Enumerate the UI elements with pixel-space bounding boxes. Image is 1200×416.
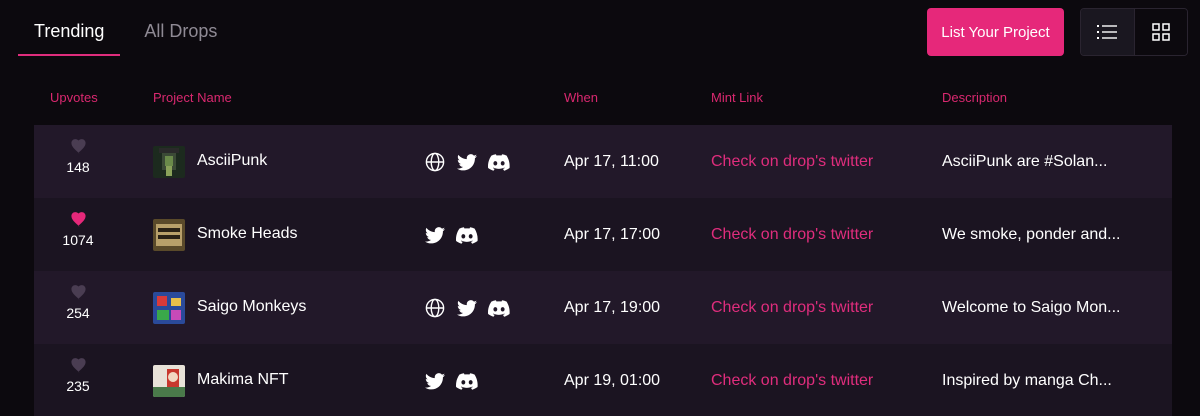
upvote-button[interactable]: 235 xyxy=(34,358,122,394)
view-toggle xyxy=(1080,8,1188,56)
heart-icon xyxy=(70,285,86,300)
heart-icon xyxy=(70,212,86,227)
project-description: We smoke, ponder and... xyxy=(942,226,1121,243)
project-thumbnail xyxy=(153,292,185,324)
upvote-count: 254 xyxy=(66,305,90,321)
discord-icon[interactable] xyxy=(488,297,510,319)
globe-icon[interactable] xyxy=(424,151,446,173)
column-project-name[interactable]: Project Name xyxy=(153,90,232,105)
drop-time: Apr 19, 01:00 xyxy=(564,372,661,389)
mint-link[interactable]: Check on drop's twitter xyxy=(711,226,873,244)
table-row[interactable]: 254 Saigo Monkeys Apr 17, 19:00 Check on… xyxy=(34,271,1172,344)
upvote-button[interactable]: 254 xyxy=(34,285,122,321)
globe-icon[interactable] xyxy=(424,297,446,319)
table-row[interactable]: 1074 Smoke Heads Apr 17, 17:00 Check on … xyxy=(34,198,1172,271)
discord-icon[interactable] xyxy=(488,151,510,173)
twitter-icon[interactable] xyxy=(424,224,446,246)
column-description[interactable]: Description xyxy=(942,90,1007,105)
project-thumbnail xyxy=(153,219,185,251)
tab-bar: Trending All Drops xyxy=(18,0,233,58)
grid-view-button[interactable] xyxy=(1133,9,1187,55)
upvote-button[interactable]: 148 xyxy=(34,139,122,175)
project-links xyxy=(424,151,520,173)
table-row[interactable]: 235 Makima NFT Apr 19, 01:00 Check on dr… xyxy=(34,344,1172,416)
mint-link[interactable]: Check on drop's twitter xyxy=(711,372,873,390)
project-links xyxy=(424,297,520,319)
project-description: AsciiPunk are #Solan... xyxy=(942,153,1108,170)
project-name[interactable]: AsciiPunk xyxy=(197,152,267,170)
project-name[interactable]: Smoke Heads xyxy=(197,225,298,243)
column-when[interactable]: When xyxy=(564,90,598,105)
project-thumbnail xyxy=(153,365,185,397)
project-name[interactable]: Makima NFT xyxy=(197,371,289,389)
tab-trending[interactable]: Trending xyxy=(18,0,121,58)
twitter-icon[interactable] xyxy=(456,151,478,173)
project-thumbnail xyxy=(153,146,185,178)
project-links xyxy=(424,224,488,246)
upvote-count: 1074 xyxy=(62,232,94,248)
list-icon xyxy=(1097,25,1118,39)
heart-icon xyxy=(70,358,86,373)
table-header: Upvotes Project Name When Mint Link Desc… xyxy=(0,90,1200,110)
tab-all-drops[interactable]: All Drops xyxy=(128,0,233,58)
mint-link[interactable]: Check on drop's twitter xyxy=(711,299,873,317)
table-row[interactable]: 148 AsciiPunk Apr 17, 11:00 Check on dro… xyxy=(34,125,1172,198)
twitter-icon[interactable] xyxy=(456,297,478,319)
upvote-count: 235 xyxy=(66,378,90,394)
drop-time: Apr 17, 19:00 xyxy=(564,299,661,316)
project-description: Inspired by manga Ch... xyxy=(942,372,1112,389)
project-description: Welcome to Saigo Mon... xyxy=(942,299,1121,316)
upvote-button[interactable]: 1074 xyxy=(34,212,122,248)
project-links xyxy=(424,370,488,392)
upvote-count: 148 xyxy=(66,159,90,175)
list-your-project-button[interactable]: List Your Project xyxy=(927,8,1064,56)
drop-time: Apr 17, 11:00 xyxy=(564,153,659,170)
column-upvotes[interactable]: Upvotes xyxy=(50,90,98,105)
discord-icon[interactable] xyxy=(456,370,478,392)
twitter-icon[interactable] xyxy=(424,370,446,392)
drop-time: Apr 17, 17:00 xyxy=(564,226,661,243)
heart-icon xyxy=(70,139,86,154)
list-view-button[interactable] xyxy=(1081,9,1134,55)
column-mint-link[interactable]: Mint Link xyxy=(711,90,763,105)
project-name[interactable]: Saigo Monkeys xyxy=(197,298,306,316)
grid-icon xyxy=(1152,23,1170,41)
discord-icon[interactable] xyxy=(456,224,478,246)
mint-link[interactable]: Check on drop's twitter xyxy=(711,153,873,171)
